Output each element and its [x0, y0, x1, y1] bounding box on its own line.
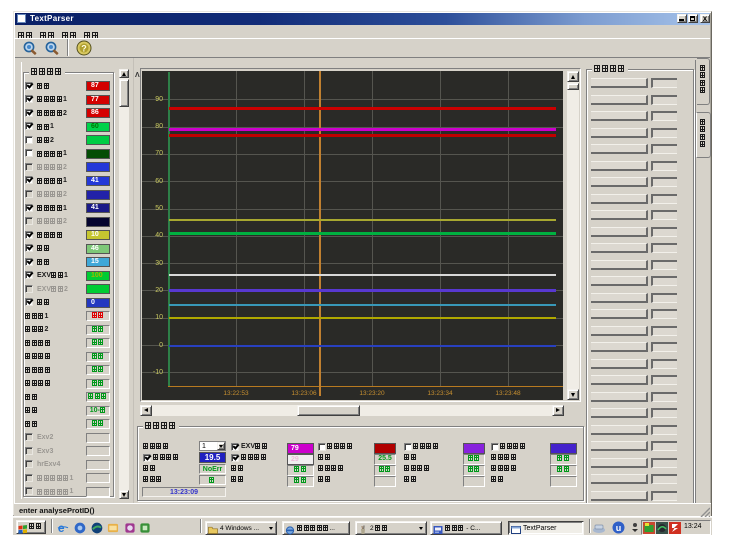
- svg-text:?: ?: [81, 43, 87, 53]
- svg-text:u: u: [616, 523, 622, 533]
